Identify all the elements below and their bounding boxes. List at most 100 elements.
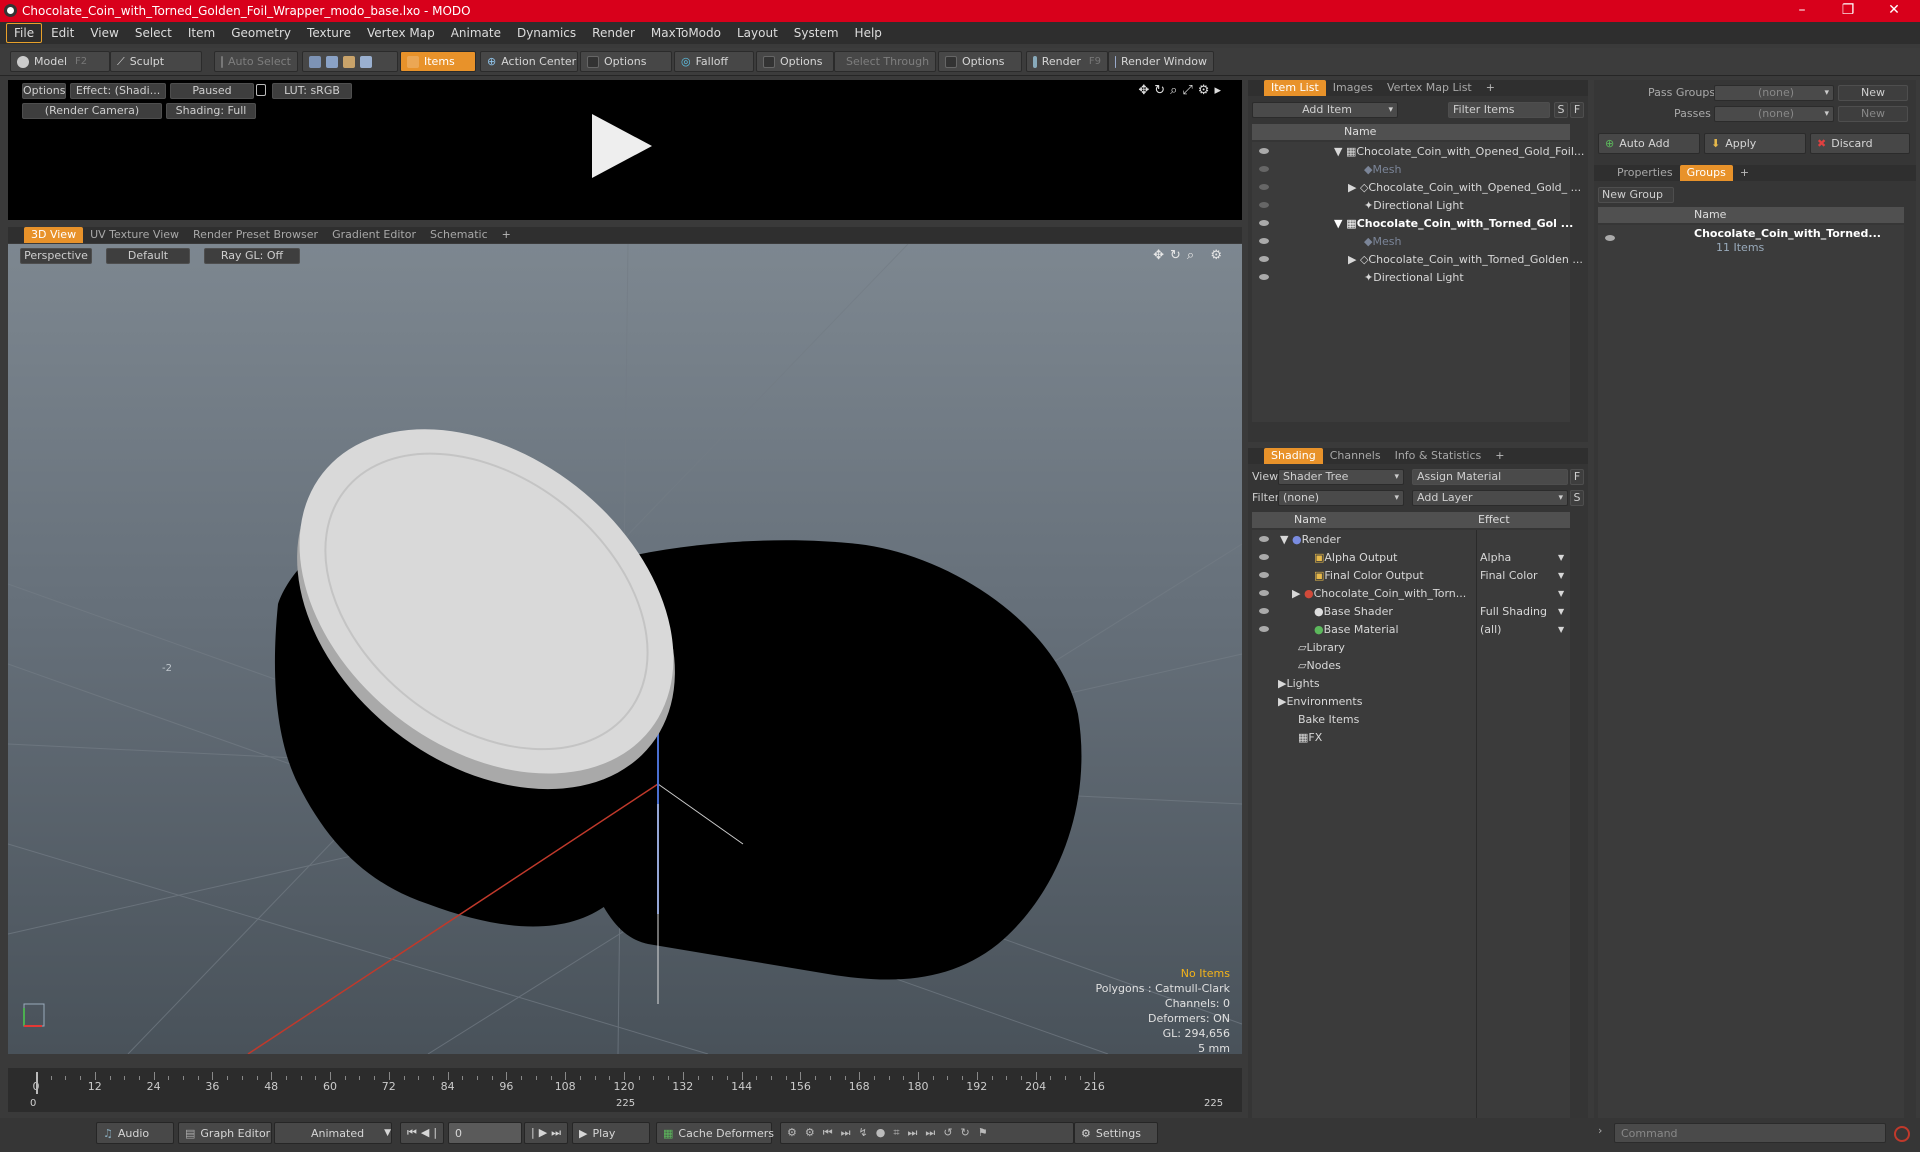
current-time-marker[interactable]	[36, 1072, 38, 1094]
preview-effect-dropdown[interactable]: Effect: (Shadi...	[70, 83, 166, 99]
apply-button[interactable]: ⬇ Apply	[1704, 133, 1806, 154]
item-row-mesh[interactable]: ◆ Mesh	[1252, 232, 1570, 250]
shader-row-fx[interactable]: ▦ FX	[1252, 728, 1570, 746]
eye-icon[interactable]	[1259, 184, 1269, 190]
cache-deformers-button[interactable]: ▦ Cache Deformers	[656, 1122, 774, 1144]
menu-vertex-map[interactable]: Vertex Map	[360, 24, 442, 42]
item-row-scene-torned[interactable]: ▼ ▦ Chocolate_Coin_with_Torned_Gol ...	[1252, 214, 1573, 232]
tab-uv-texture-view[interactable]: UV Texture View	[83, 227, 186, 243]
eye-icon[interactable]	[1259, 220, 1269, 226]
preview-options-button[interactable]: Options	[22, 83, 66, 99]
audio-button[interactable]: ♫ Audio	[96, 1122, 174, 1144]
lut-dropdown[interactable]: LUT: sRGB	[272, 83, 352, 99]
eye-icon[interactable]	[1259, 238, 1269, 244]
item-row-light[interactable]: ✦ Directional Light	[1252, 196, 1570, 214]
shader-row-lights[interactable]: ▶ Lights	[1252, 674, 1570, 692]
menu-texture[interactable]: Texture	[300, 24, 358, 42]
record-icon[interactable]	[1894, 1126, 1910, 1142]
render-camera-dropdown[interactable]: (Render Camera)	[22, 103, 162, 119]
shader-row-alpha-output[interactable]: ▣ Alpha Output Alpha ▼	[1252, 548, 1570, 566]
lock-icon[interactable]	[256, 84, 266, 96]
viewport-nav-icons[interactable]: ✥↻⌕ ⚙	[1153, 248, 1228, 263]
action-center-button[interactable]: ⊕ Action Center	[480, 51, 578, 72]
item-row-mesh[interactable]: ◆ Mesh	[1252, 160, 1570, 178]
eye-icon[interactable]	[1259, 166, 1269, 172]
items-mode-button[interactable]: Items	[400, 51, 476, 72]
falloff-button[interactable]: ◎ Falloff	[674, 51, 754, 72]
filter-items-input[interactable]: Filter Items	[1448, 102, 1550, 118]
eye-icon[interactable]	[1259, 626, 1269, 632]
timeline[interactable]: 0 12 24 36 48 60 72 84 96 108 120 132 144 156 168 180 19…	[8, 1068, 1242, 1112]
select-through-button[interactable]: Select Through	[834, 51, 936, 72]
close-button[interactable]: ✕	[1872, 0, 1916, 22]
add-tab-button[interactable]: +	[495, 227, 518, 243]
model-mode-button[interactable]: Model F2	[10, 51, 110, 72]
f-button[interactable]: F	[1570, 102, 1584, 118]
sculpt-mode-button[interactable]: ⟋ Sculpt	[110, 51, 202, 72]
render-window-button[interactable]: Render Window	[1108, 51, 1214, 72]
menu-geometry[interactable]: Geometry	[224, 24, 298, 42]
tab-item-list[interactable]: Item List	[1264, 80, 1326, 96]
action-center-options-button[interactable]: Options	[580, 51, 672, 72]
pass-groups-dropdown[interactable]: (none)	[1714, 85, 1834, 101]
restore-button[interactable]: ❐	[1826, 0, 1870, 22]
eye-icon[interactable]	[1259, 536, 1269, 542]
tab-3d-view[interactable]: 3D View	[24, 227, 84, 243]
tab-channels[interactable]: Channels	[1323, 448, 1388, 464]
tab-images[interactable]: Images	[1326, 80, 1380, 96]
command-input[interactable]: Command	[1614, 1123, 1886, 1143]
tab-properties[interactable]: Properties	[1610, 165, 1680, 181]
item-row-torned-golden[interactable]: ▶ ◇ Chocolate_Coin_with_Torned_Golden ..…	[1252, 250, 1583, 268]
menu-system[interactable]: System	[787, 24, 846, 42]
command-expand-icon[interactable]: ›	[1598, 1124, 1606, 1137]
add-item-dropdown[interactable]: Add Item	[1252, 102, 1398, 118]
key-tools-group[interactable]: ⚙⚙⏮⏭↯●⌗⏭⏭↺↻⚑	[780, 1122, 1074, 1144]
eye-icon[interactable]	[1259, 590, 1269, 596]
minimize-button[interactable]: –	[1780, 0, 1824, 22]
menu-layout[interactable]: Layout	[730, 24, 785, 42]
group-row[interactable]: Chocolate_Coin_with_Torned... 11 Items	[1598, 225, 1904, 257]
preview-paused-button[interactable]: Paused	[170, 83, 254, 99]
shading-style-dropdown[interactable]: Default	[106, 248, 190, 264]
view-type-dropdown[interactable]: Perspective	[20, 248, 92, 264]
shader-row-base-material[interactable]: ● Base Material (all) ▼	[1252, 620, 1570, 638]
tab-info-statistics[interactable]: Info & Statistics	[1388, 448, 1489, 464]
eye-icon[interactable]	[1259, 148, 1269, 154]
tab-gradient-editor[interactable]: Gradient Editor	[325, 227, 423, 243]
frame-input[interactable]: 0	[448, 1122, 522, 1144]
settings-button[interactable]: ⚙ Settings	[1074, 1122, 1158, 1144]
passes-dropdown[interactable]: (none)	[1714, 106, 1834, 122]
s-button[interactable]: S	[1554, 102, 1568, 118]
menu-edit[interactable]: Edit	[44, 24, 81, 42]
shader-row-environments[interactable]: ▶ Environments	[1252, 692, 1570, 710]
next-key-buttons[interactable]: |▶⏭	[524, 1122, 568, 1144]
add-layer-dropdown[interactable]: Add Layer	[1412, 490, 1568, 506]
shader-row-base-shader[interactable]: ● Base Shader Full Shading ▼	[1252, 602, 1570, 620]
tab-render-preset-browser[interactable]: Render Preset Browser	[186, 227, 325, 243]
ray-gl-dropdown[interactable]: Ray GL: Off	[204, 248, 300, 264]
menu-maxtomodo[interactable]: MaxToModo	[644, 24, 728, 42]
shader-row-bake-items[interactable]: Bake Items	[1252, 710, 1570, 728]
eye-icon[interactable]	[1259, 608, 1269, 614]
prev-key-buttons[interactable]: ⏮◀|	[400, 1122, 444, 1144]
add-tab-button[interactable]: +	[1488, 448, 1511, 464]
falloff-options-button[interactable]: Options	[756, 51, 834, 72]
eye-icon[interactable]	[1259, 256, 1269, 262]
tab-schematic[interactable]: Schematic	[423, 227, 495, 243]
menu-animate[interactable]: Animate	[444, 24, 508, 42]
play-icon[interactable]	[592, 114, 652, 178]
f-button[interactable]: F	[1570, 469, 1584, 485]
item-row-opened-gold[interactable]: ▶ ◇ Chocolate_Coin_with_Opened_Gold_ ...	[1252, 178, 1581, 196]
shader-row-render[interactable]: ▼ ● Render	[1252, 530, 1570, 548]
menu-view[interactable]: View	[83, 24, 125, 42]
eye-icon[interactable]	[1605, 235, 1615, 241]
menu-help[interactable]: Help	[848, 24, 889, 42]
eye-icon[interactable]	[1259, 572, 1269, 578]
auto-select-button[interactable]: Auto Select	[214, 51, 298, 72]
shader-row-library[interactable]: ▱ Library	[1252, 638, 1570, 656]
menu-select[interactable]: Select	[128, 24, 179, 42]
shader-row-material-group[interactable]: ▶ ● Chocolate_Coin_with_Torn... ▼	[1252, 584, 1570, 602]
auto-add-button[interactable]: ⊕ Auto Add	[1598, 133, 1700, 154]
render-button[interactable]: Render F9	[1026, 51, 1108, 72]
3d-viewport[interactable]: -2 Perspective Default Ray GL: Off ✥↻⌕ ⚙…	[8, 244, 1242, 1054]
